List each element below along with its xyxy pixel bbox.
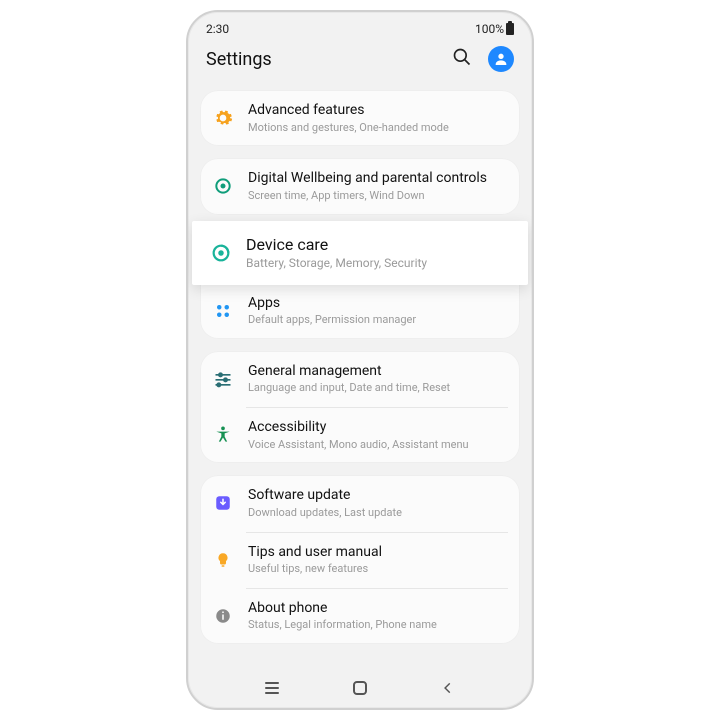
row-subtitle: Motions and gestures, One-handed mode [248,121,506,135]
status-bar: 2:30 100% [188,12,532,38]
settings-row-device-care[interactable]: Device care Battery, Storage, Memory, Se… [192,221,528,285]
row-text: Software update Download updates, Last u… [248,487,506,519]
device-care-icon [210,242,232,264]
search-icon[interactable] [452,47,472,71]
nav-recents-button[interactable] [252,676,292,700]
bulb-icon [212,549,234,571]
status-battery-text: 100% [475,22,504,36]
row-subtitle: Language and input, Date and time, Reset [248,381,506,395]
settings-row-apps[interactable]: Apps Default apps, Permission manager [200,283,520,339]
wellbeing-icon [212,175,234,197]
settings-group: Advanced features Motions and gestures, … [200,90,520,146]
row-title: General management [248,363,506,381]
row-title: About phone [248,600,506,618]
status-time: 2:30 [206,22,229,36]
page-title: Settings [206,49,272,70]
row-subtitle: Status, Legal information, Phone name [248,618,506,632]
row-text: Accessibility Voice Assistant, Mono audi… [248,419,506,451]
row-text: Advanced features Motions and gestures, … [248,102,506,134]
settings-group: General management Language and input, D… [200,351,520,464]
battery-icon [506,23,514,35]
row-text: Apps Default apps, Permission manager [248,295,506,327]
settings-row-about-phone[interactable]: About phone Status, Legal information, P… [200,588,520,644]
row-text: General management Language and input, D… [248,363,506,395]
row-text: Digital Wellbeing and parental controls … [248,170,506,202]
settings-group: Device care Battery, Storage, Memory, Se… [200,227,520,339]
gear-icon [212,107,234,129]
person-icon [212,424,234,446]
row-subtitle: Download updates, Last update [248,506,506,520]
row-title: Accessibility [248,419,506,437]
apps-icon [212,300,234,322]
row-title: Software update [248,487,506,505]
row-text: Device care Battery, Storage, Memory, Se… [246,235,506,271]
info-icon [212,605,234,627]
settings-group: Digital Wellbeing and parental controls … [200,158,520,214]
account-avatar[interactable] [488,46,514,72]
row-subtitle: Default apps, Permission manager [248,313,506,327]
header-actions [452,46,514,72]
row-subtitle: Useful tips, new features [248,562,506,576]
row-title: Apps [248,295,506,313]
nav-bar [188,668,532,708]
settings-row-general-management[interactable]: General management Language and input, D… [200,351,520,407]
row-subtitle: Screen time, App timers, Wind Down [248,189,506,203]
row-title: Device care [246,235,506,255]
settings-row-tips[interactable]: Tips and user manual Useful tips, new fe… [200,532,520,588]
header: Settings [188,38,532,86]
nav-back-button[interactable] [428,676,468,700]
settings-row-advanced-features[interactable]: Advanced features Motions and gestures, … [200,90,520,146]
row-subtitle: Battery, Storage, Memory, Security [246,256,506,271]
settings-row-software-update[interactable]: Software update Download updates, Last u… [200,475,520,531]
status-right: 100% [475,22,514,36]
row-subtitle: Voice Assistant, Mono audio, Assistant m… [248,438,506,452]
settings-row-accessibility[interactable]: Accessibility Voice Assistant, Mono audi… [200,407,520,463]
settings-row-digital-wellbeing[interactable]: Digital Wellbeing and parental controls … [200,158,520,214]
row-title: Digital Wellbeing and parental controls [248,170,506,188]
sliders-icon [212,368,234,390]
settings-list: Advanced features Motions and gestures, … [188,90,532,668]
settings-group: Software update Download updates, Last u… [200,475,520,644]
update-icon [212,492,234,514]
phone-frame: 2:30 100% Settings [186,10,534,710]
row-text: About phone Status, Legal information, P… [248,600,506,632]
nav-home-button[interactable] [340,676,380,700]
row-text: Tips and user manual Useful tips, new fe… [248,544,506,576]
row-title: Advanced features [248,102,506,120]
row-title: Tips and user manual [248,544,506,562]
